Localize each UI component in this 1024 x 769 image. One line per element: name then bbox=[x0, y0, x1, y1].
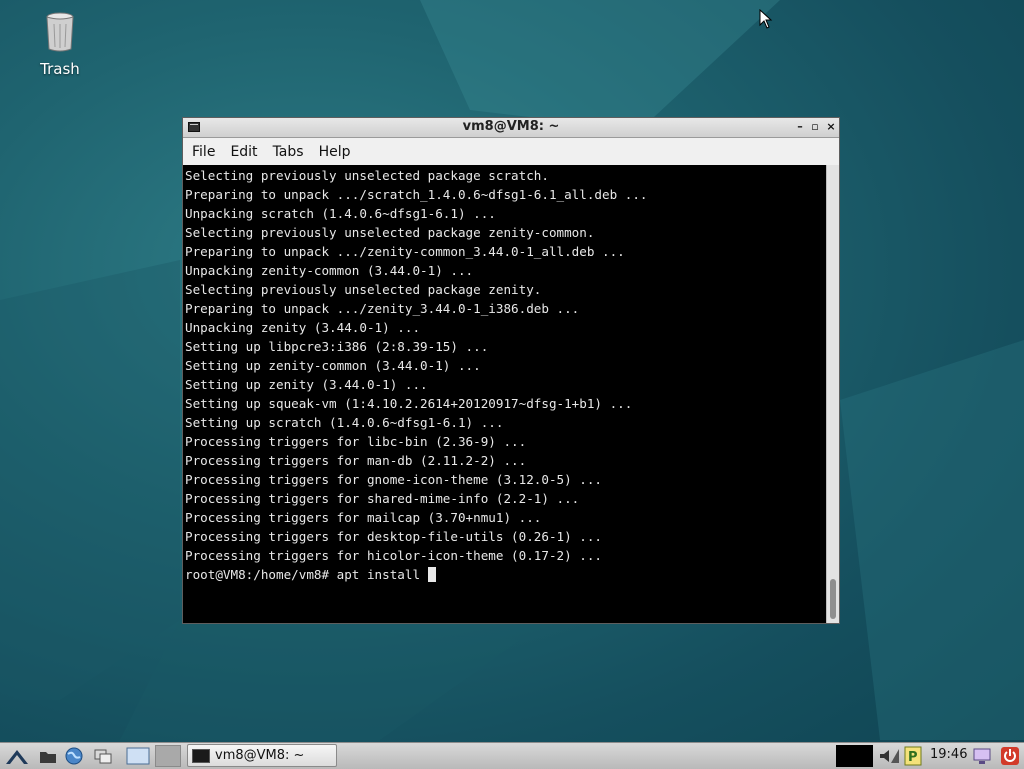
web-browser-icon[interactable] bbox=[64, 746, 84, 766]
terminal-line: Selecting previously unselected package … bbox=[185, 282, 542, 297]
package-update-icon[interactable]: P bbox=[904, 746, 922, 766]
terminal-task-icon bbox=[192, 748, 210, 763]
taskbar-terminal-button[interactable]: vm8@VM8: ~ bbox=[187, 744, 337, 767]
terminal-line: Selecting previously unselected package … bbox=[185, 168, 549, 183]
trash-can-icon bbox=[46, 12, 74, 52]
scrollbar-thumb[interactable] bbox=[830, 579, 836, 619]
terminal-line: Setting up zenity (3.44.0-1) ... bbox=[185, 377, 428, 392]
terminal-line: Processing triggers for man-db (2.11.2-2… bbox=[185, 453, 527, 468]
window-title: vm8@VM8: ~ bbox=[462, 119, 560, 134]
menu-bar: File Edit Tabs Help bbox=[183, 138, 839, 166]
terminal-line: Setting up zenity-common (3.44.0-1) ... bbox=[185, 358, 481, 373]
terminal-window[interactable]: vm8@VM8: ~ – ▫ × File Edit Tabs Help Sel… bbox=[182, 117, 840, 624]
menu-edit[interactable]: Edit bbox=[230, 144, 257, 160]
shell-prompt: root@VM8:/home/vm8# apt install bbox=[185, 567, 428, 582]
desktop-pager-icon[interactable] bbox=[126, 746, 150, 766]
terminal-line: Unpacking scratch (1.4.0.6~dfsg1-6.1) ..… bbox=[185, 206, 496, 221]
terminal-prompt-line[interactable]: root@VM8:/home/vm8# apt install bbox=[185, 565, 827, 584]
window-switcher-icon[interactable] bbox=[93, 746, 113, 766]
menu-tabs[interactable]: Tabs bbox=[273, 144, 304, 160]
terminal-line: Selecting previously unselected package … bbox=[185, 225, 595, 240]
trash-label: Trash bbox=[40, 60, 80, 78]
terminal-line: Preparing to unpack .../zenity-common_3.… bbox=[185, 244, 625, 259]
mouse-pointer-icon bbox=[759, 9, 773, 29]
taskbar: vm8@VM8: ~ P 19:46 bbox=[0, 742, 1024, 769]
clock[interactable]: 19:46 bbox=[930, 747, 967, 762]
terminal-output[interactable]: Selecting previously unselected package … bbox=[183, 165, 827, 623]
taskbar-terminal-label: vm8@VM8: ~ bbox=[215, 748, 305, 763]
terminal-line: Processing triggers for desktop-file-uti… bbox=[185, 529, 603, 544]
menu-help[interactable]: Help bbox=[319, 144, 351, 160]
volume-icon[interactable] bbox=[877, 746, 901, 766]
start-menu-icon[interactable] bbox=[4, 746, 30, 766]
terminal-line: Processing triggers for gnome-icon-theme… bbox=[185, 472, 603, 487]
terminal-scrollbar[interactable] bbox=[826, 165, 839, 623]
window-titlebar[interactable]: vm8@VM8: ~ – ▫ × bbox=[183, 118, 839, 138]
terminal-line: Unpacking zenity (3.44.0-1) ... bbox=[185, 320, 421, 335]
maximize-button[interactable]: ▫ bbox=[808, 119, 822, 135]
terminal-line: Processing triggers for shared-mime-info… bbox=[185, 491, 580, 506]
terminal-line: Setting up scratch (1.4.0.6~dfsg1-6.1) .… bbox=[185, 415, 504, 430]
minimize-button[interactable]: – bbox=[793, 119, 807, 135]
terminal-line: Processing triggers for mailcap (3.70+nm… bbox=[185, 510, 542, 525]
trash-desktop-icon[interactable]: Trash bbox=[30, 12, 90, 78]
power-icon[interactable] bbox=[1000, 746, 1020, 766]
text-cursor bbox=[427, 567, 436, 582]
terminal-line: Processing triggers for hicolor-icon-the… bbox=[185, 548, 603, 563]
file-manager-icon[interactable] bbox=[38, 746, 58, 766]
terminal-line: Setting up squeak-vm (1:4.10.2.2614+2012… bbox=[185, 396, 633, 411]
desktop-pager-slot[interactable] bbox=[155, 745, 181, 767]
close-button[interactable]: × bbox=[824, 119, 838, 135]
screen-lock-icon[interactable] bbox=[972, 746, 992, 766]
terminal-line: Preparing to unpack .../scratch_1.4.0.6~… bbox=[185, 187, 648, 202]
cpu-monitor bbox=[836, 745, 873, 767]
terminal-line: Unpacking zenity-common (3.44.0-1) ... bbox=[185, 263, 474, 278]
menu-file[interactable]: File bbox=[192, 144, 215, 160]
terminal-line: Processing triggers for libc-bin (2.36-9… bbox=[185, 434, 527, 449]
terminal-line: Setting up libpcre3:i386 (2:8.39-15) ... bbox=[185, 339, 489, 354]
terminal-line: Preparing to unpack .../zenity_3.44.0-1_… bbox=[185, 301, 580, 316]
svg-text:P: P bbox=[908, 750, 918, 765]
